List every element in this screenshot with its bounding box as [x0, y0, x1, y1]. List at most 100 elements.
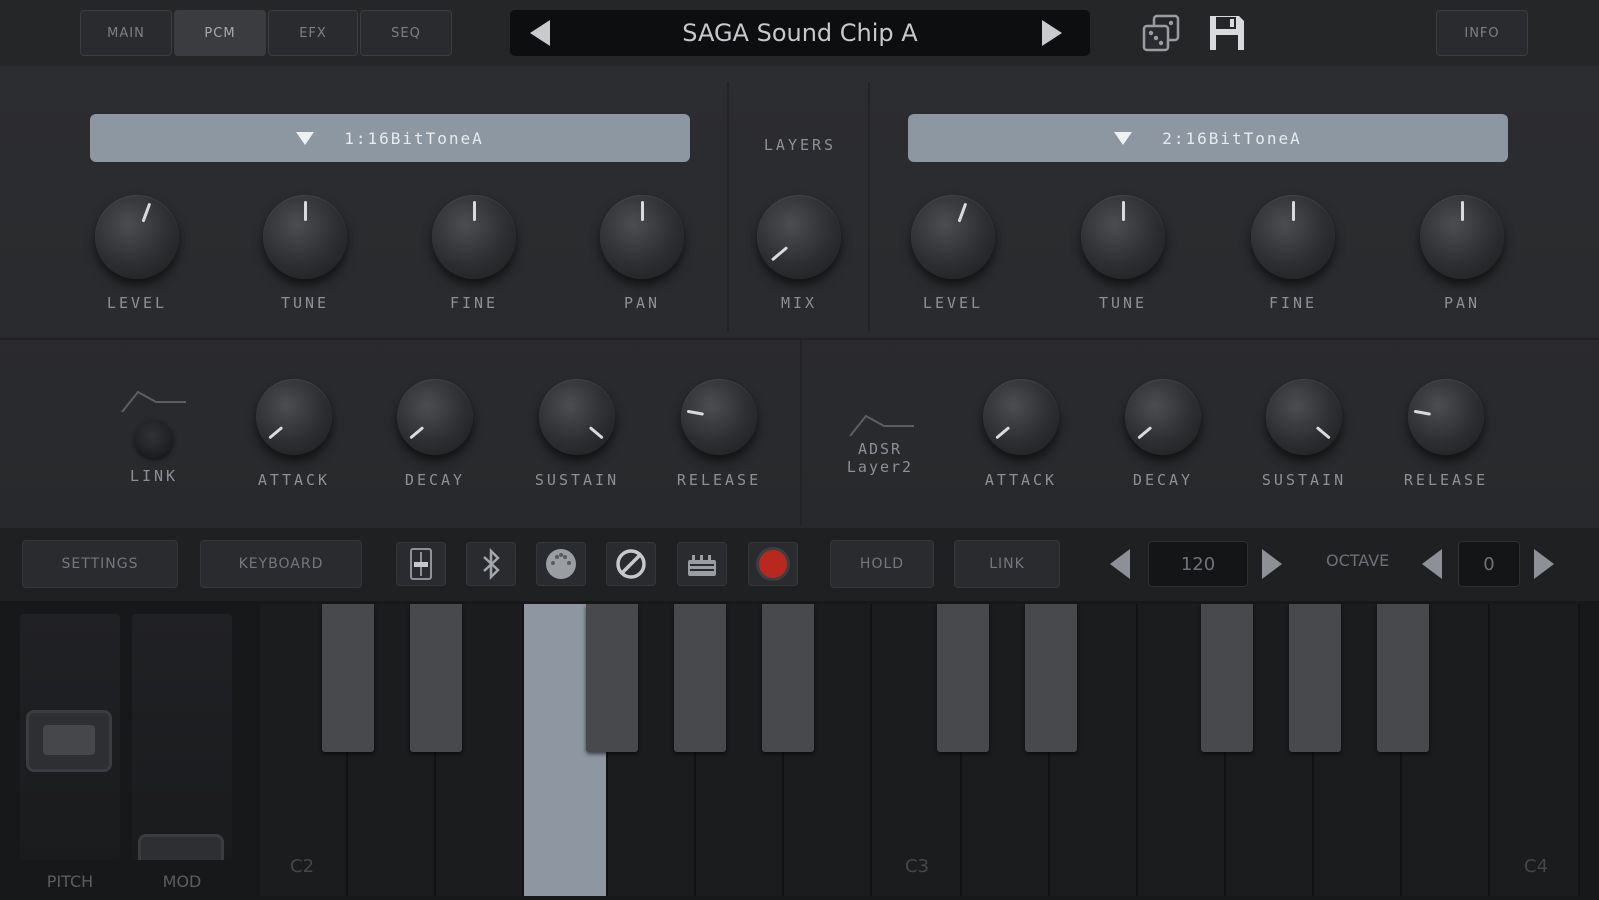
tempo-display[interactable]: 120: [1148, 541, 1248, 587]
env1-decay-knob[interactable]: [397, 379, 473, 455]
env1-attack-knob[interactable]: [256, 379, 332, 455]
mod-wheel-handle[interactable]: [138, 834, 224, 860]
black-key-ds3[interactable]: [1025, 604, 1077, 752]
mix-knob[interactable]: [757, 195, 841, 279]
black-key-as3[interactable]: [1377, 604, 1429, 752]
knob-indicator: [957, 202, 967, 223]
knob-indicator: [1413, 409, 1431, 416]
midi-icon[interactable]: [536, 542, 586, 586]
tempo-decrease-icon[interactable]: [1110, 549, 1130, 579]
pitch-wheel-handle[interactable]: [26, 710, 112, 772]
knob-label: MIX: [780, 294, 818, 312]
knob-indicator: [770, 246, 788, 262]
layer2-fine-knob[interactable]: [1251, 195, 1335, 279]
info-button[interactable]: INFO: [1436, 10, 1528, 56]
layer1-wave-dropdown[interactable]: 1:16BitToneA: [90, 114, 690, 162]
layer1-tune-knob[interactable]: [263, 195, 347, 279]
env2-sustain-knob[interactable]: [1266, 379, 1342, 455]
dice-icon[interactable]: [1140, 12, 1182, 54]
mod-label: MOD: [162, 872, 202, 891]
dropdown-arrow-icon: [296, 131, 315, 145]
link-toggle-button[interactable]: [135, 420, 173, 458]
knob-indicator: [408, 426, 424, 440]
triangle-left-icon[interactable]: [530, 20, 550, 46]
black-key-gs3[interactable]: [1289, 604, 1341, 752]
black-key-gs2[interactable]: [674, 604, 726, 752]
disable-icon[interactable]: [606, 542, 656, 586]
link-button[interactable]: LINK: [954, 540, 1060, 588]
envelope-shape-icon: [121, 390, 186, 413]
knob-indicator: [1121, 201, 1125, 221]
env2-release-knob[interactable]: [1408, 379, 1484, 455]
layer1-fine-knob[interactable]: [432, 195, 516, 279]
env2-attack-knob[interactable]: [983, 379, 1059, 455]
layer1-level-knob[interactable]: [95, 195, 179, 279]
key-label-c2: C2: [290, 856, 315, 877]
env2-decay-knob[interactable]: [1125, 379, 1201, 455]
preset-name: SAGA Sound Chip A: [682, 19, 918, 47]
toolbar: SETTINGS KEYBOARD HOLD LINK 120 OCTAVE 0: [0, 528, 1599, 601]
preset-display: SAGA Sound Chip A: [510, 10, 1090, 56]
divider: [800, 340, 802, 526]
layer1-wave-name: 1:16BitToneA: [344, 128, 484, 148]
tab-main[interactable]: MAIN: [80, 10, 172, 56]
tab-seq[interactable]: SEQ: [360, 10, 452, 56]
env1-sustain-knob[interactable]: [539, 379, 615, 455]
knob-label: ATTACK: [984, 471, 1058, 489]
layer2-level-knob[interactable]: [911, 195, 995, 279]
knob-indicator: [588, 426, 604, 440]
knob-label: DECAY: [1132, 471, 1194, 489]
layer2-wave-dropdown[interactable]: 2:16BitToneA: [908, 114, 1508, 162]
black-key-as2[interactable]: [762, 604, 814, 752]
knob-label: PAN: [623, 294, 661, 312]
mod-wheel[interactable]: [132, 614, 232, 860]
knob-label: TUNE: [1098, 294, 1148, 312]
black-key-cs3[interactable]: [937, 604, 989, 752]
envelope-shape-icon: [849, 414, 914, 437]
pitch-wheel[interactable]: [20, 614, 120, 860]
octave-label: OCTAVE: [1326, 551, 1390, 570]
record-indicator: [756, 547, 790, 581]
adsr-layer2-label: ADSR Layer2: [810, 440, 950, 476]
layer2-label: Layer2: [846, 458, 914, 476]
tempo-increase-icon[interactable]: [1262, 549, 1282, 579]
keyboard-button[interactable]: KEYBOARD: [200, 540, 362, 588]
floppy-disk-icon[interactable]: [1206, 12, 1248, 54]
slider-icon[interactable]: [396, 542, 446, 586]
black-key-fs3[interactable]: [1201, 604, 1253, 752]
octave-display[interactable]: 0: [1458, 541, 1520, 587]
octave-increase-icon[interactable]: [1534, 549, 1554, 579]
bluetooth-icon[interactable]: [466, 542, 516, 586]
knob-label: LEVEL: [106, 294, 168, 312]
handle-grip: [43, 725, 95, 755]
hold-button[interactable]: HOLD: [830, 540, 934, 588]
black-key-cs2[interactable]: [322, 604, 374, 752]
tab-efx[interactable]: EFX: [268, 10, 358, 56]
knob-label: PAN: [1443, 294, 1481, 312]
white-key-b3[interactable]: [1490, 604, 1580, 896]
tab-pcm[interactable]: PCM: [174, 10, 266, 56]
settings-button[interactable]: SETTINGS: [22, 540, 178, 588]
knob-indicator: [1136, 426, 1152, 440]
env1-release-knob[interactable]: [681, 379, 757, 455]
record-icon[interactable]: [748, 542, 798, 586]
knob-label: SUSTAIN: [534, 471, 620, 489]
knob-indicator: [686, 409, 704, 416]
knob-label: RELEASE: [1403, 471, 1489, 489]
knob-label: SUSTAIN: [1261, 471, 1347, 489]
black-key-fs2[interactable]: [586, 604, 638, 752]
knob-indicator: [472, 201, 476, 221]
key-label-c4: C4: [1524, 856, 1549, 877]
knob-label: ATTACK: [257, 471, 331, 489]
knob-indicator: [303, 201, 307, 221]
audio-interface-icon[interactable]: [677, 542, 727, 586]
triangle-right-icon[interactable]: [1042, 20, 1062, 46]
octave-decrease-icon[interactable]: [1422, 549, 1442, 579]
layer1-pan-knob[interactable]: [600, 195, 684, 279]
knob-label: FINE: [1268, 294, 1318, 312]
layer2-tune-knob[interactable]: [1081, 195, 1165, 279]
knob-indicator: [141, 202, 151, 223]
layer2-pan-knob[interactable]: [1420, 195, 1504, 279]
black-key-ds2[interactable]: [410, 604, 462, 752]
top-bar: MAIN PCM EFX SEQ SAGA Sound Chip A INFO: [0, 0, 1599, 66]
